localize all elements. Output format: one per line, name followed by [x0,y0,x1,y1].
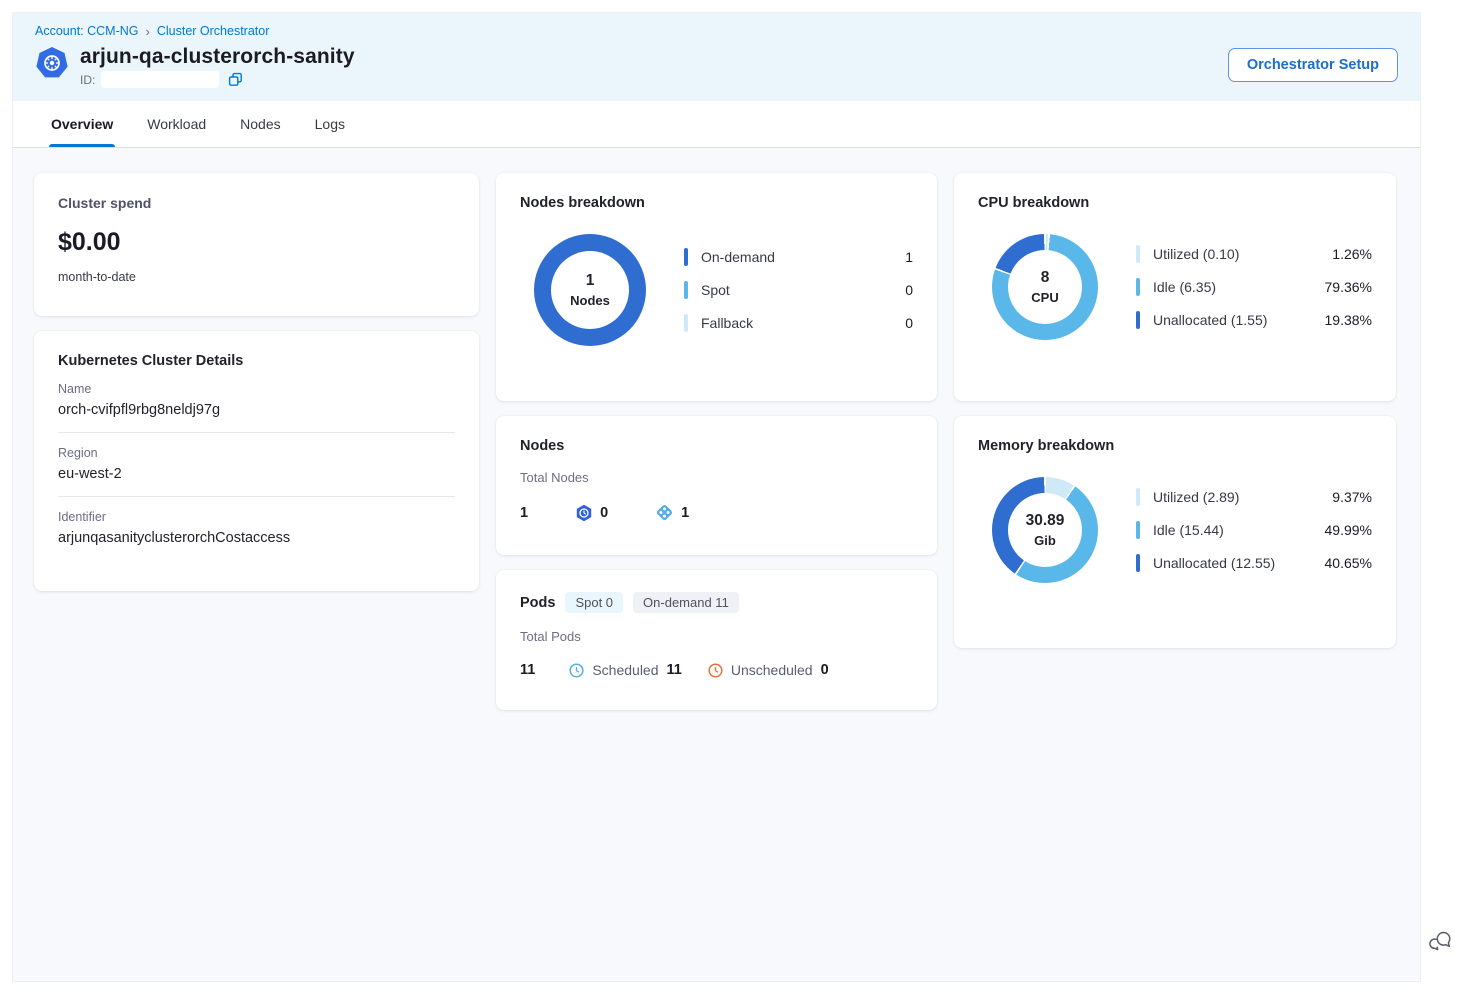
legend-row-on-demand: On-demand 1 [684,248,913,266]
scheduled-clock-icon [569,663,584,678]
nodes-breakdown-donut-chart: 1 Nodes [534,234,646,346]
pods-card-title: Pods [520,595,555,611]
tab-overview[interactable]: Overview [49,101,115,147]
cluster-id-label: ID: [80,73,95,87]
copy-icon[interactable] [228,72,243,87]
memory-breakdown-title: Memory breakdown [978,438,1372,454]
on-demand-nodes-count: 1 [655,503,689,522]
legend-swatch [1136,554,1140,572]
breadcrumb-separator-icon: › [146,24,150,38]
active-tab-underline [49,144,115,147]
cluster-spend-title: Cluster spend [58,195,455,211]
orchestrator-setup-button[interactable]: Orchestrator Setup [1228,48,1398,82]
legend-row-cpu-unallocated: Unallocated (1.55) 19.38% [1136,311,1372,329]
spot-nodes-count: 0 [575,504,608,522]
memory-donut-center-label: Gib [1034,533,1056,548]
cluster-spend-period: month-to-date [58,270,455,284]
nodes-breakdown-title: Nodes breakdown [520,195,913,211]
legend-row-mem-idle: Idle (15.44) 49.99% [1136,521,1372,539]
legend-row-mem-utilized: Utilized (2.89) 9.37% [1136,488,1372,506]
cluster-id-field[interactable] [101,71,219,88]
legend-swatch [1136,521,1140,539]
tab-logs[interactable]: Logs [313,101,347,147]
nodes-breakdown-card: Nodes breakdown 1 Nodes On-demand 1 [496,173,937,401]
cpu-donut-center-label: CPU [1031,290,1058,305]
legend-swatch [684,314,688,332]
legend-row-cpu-idle: Idle (6.35) 79.36% [1136,278,1372,296]
pods-on-demand-badge: On-demand 11 [633,592,739,613]
legend-swatch [1136,488,1140,506]
total-pods-value: 11 [520,662,535,678]
detail-field-region: Region eu-west-2 [58,433,455,497]
overview-content: Cluster spend $0.00 month-to-date Kubern… [13,148,1420,735]
detail-field-name: Name orch-cvifpfl9rbg8neldj97g [58,369,455,433]
cluster-spend-amount: $0.00 [58,228,455,257]
cpu-breakdown-donut-chart: 8 CPU [992,234,1098,340]
scheduled-pods-value: 11 [667,662,682,678]
memory-breakdown-card: Memory breakdown 30.89 Gib Utilized (2.8… [954,416,1396,648]
total-pods-label: Total Pods [520,629,913,644]
nodes-card-title: Nodes [520,438,913,454]
cluster-details-card: Kubernetes Cluster Details Name orch-cvi… [34,331,479,591]
detail-field-identifier: Identifier arjunqasanityclusterorchCosta… [58,497,455,550]
legend-row-spot: Spot 0 [684,281,913,299]
unscheduled-pods-group: Unscheduled 0 [708,662,829,678]
legend-swatch [1136,278,1140,296]
on-demand-node-icon [655,503,674,522]
legend-swatch [1136,311,1140,329]
unscheduled-clock-icon [708,663,723,678]
unscheduled-pods-value: 0 [821,662,829,678]
nodes-card: Nodes Total Nodes 1 0 [496,416,937,555]
tab-nodes[interactable]: Nodes [238,101,282,147]
page-title: arjun-qa-clusterorch-sanity [80,45,355,68]
breadcrumb-cluster-orchestrator-link[interactable]: Cluster Orchestrator [157,24,270,38]
cpu-breakdown-title: CPU breakdown [978,195,1372,211]
cpu-breakdown-card: CPU breakdown 8 CPU Utilized (0.10) 1.26… [954,173,1396,401]
app-container: Account: CCM-NG › Cluster Orchestrator a… [12,12,1421,982]
legend-row-fallback: Fallback 0 [684,314,913,332]
tab-workload[interactable]: Workload [145,101,208,147]
total-nodes-value: 1 [520,505,528,521]
legend-row-mem-unallocated: Unallocated (12.55) 40.65% [1136,554,1372,572]
memory-breakdown-donut-chart: 30.89 Gib [992,477,1098,583]
pods-spot-badge: Spot 0 [565,592,623,613]
breadcrumb: Account: CCM-NG › Cluster Orchestrator [35,24,1398,38]
kubernetes-icon [35,46,69,80]
nodes-donut-center-label: Nodes [570,293,610,308]
legend-swatch [1136,245,1140,263]
total-nodes-label: Total Nodes [520,470,913,485]
cluster-details-title: Kubernetes Cluster Details [58,353,455,369]
legend-row-cpu-utilized: Utilized (0.10) 1.26% [1136,245,1372,263]
chat-help-icon[interactable] [1429,929,1453,953]
spot-node-icon [575,504,593,522]
cpu-donut-center-value: 8 [1041,269,1050,287]
breadcrumb-account-link[interactable]: Account: CCM-NG [35,24,139,38]
legend-swatch [684,281,688,299]
page-header: Account: CCM-NG › Cluster Orchestrator a… [13,13,1420,101]
nodes-donut-center-value: 1 [586,272,595,290]
legend-swatch [684,248,688,266]
tab-bar: Overview Workload Nodes Logs [13,101,1420,148]
cluster-spend-card: Cluster spend $0.00 month-to-date [34,173,479,316]
memory-donut-center-value: 30.89 [1026,512,1065,530]
pods-card: Pods Spot 0 On-demand 11 Total Pods 11 S… [496,570,937,710]
scheduled-pods-group: Scheduled 11 [569,662,682,678]
